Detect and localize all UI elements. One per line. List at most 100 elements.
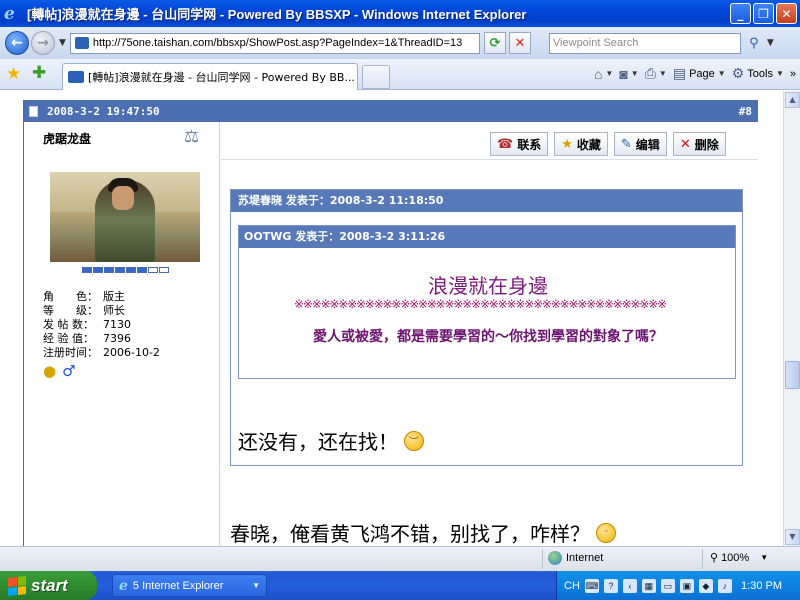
forward-button[interactable]: → [31,31,55,55]
document-icon [29,105,38,117]
favorites-star-icon[interactable]: ★ [6,64,21,84]
author-info: 角 色： 版主 等 级： 师长 发 帖 数： 7130 经 验 值： 7396 注册时间… [43,290,160,360]
network-icon[interactable]: ▦ [641,578,656,593]
outer-quote-header: 苏堤春晓 发表于：2008-3-2 11:18:50 [231,190,742,212]
post-header: 2008-3-2 19:47:50 #8 [23,100,758,122]
author-badges: ● ♂ [43,362,76,380]
refresh-button[interactable]: ⟳ [483,32,506,54]
chevron-down-icon: ▼ [658,69,667,78]
rank-segment [148,267,158,273]
rank-segment [137,267,147,273]
monitor-icon[interactable]: ▭ [660,578,675,593]
rank-segment [104,267,114,273]
status-divider [542,549,543,569]
start-button[interactable]: start [0,571,97,600]
grin-emoji-icon: ᵕ [596,522,616,543]
scroll-thumb[interactable] [785,361,800,389]
minimize-button[interactable]: _ [730,3,751,24]
home-button[interactable]: ⌂ ▼ [594,66,613,82]
taskbar: start e 5 Internet Explorer ▼ CH ⌨ ? ‹ ▦… [0,571,800,600]
volume-icon[interactable]: ♪ [717,578,732,593]
delete-icon: ✕ [679,136,691,152]
address-url[interactable]: http://75one.taishan.com/bbsxp/ShowPost.… [93,37,479,49]
history-dropdown-icon[interactable]: ▼ [59,38,66,48]
keyboard-icon[interactable]: ⌨ [584,578,599,593]
search-icon[interactable]: ⚲ [745,33,763,54]
rss-icon: ◙ [619,65,628,82]
edit-button[interactable]: ✎ 编辑 [613,132,667,156]
scroll-down-icon[interactable]: ▼ [785,529,800,545]
close-button[interactable]: ✕ [776,3,797,24]
stop-button[interactable]: ✕ [508,32,531,54]
ie-logo-icon: e [4,3,15,24]
quote-line: 愛人或被愛，都是需要學習的～你找到學習的對象了嗎？ [313,329,663,345]
male-gender-icon: ♂ [62,362,76,380]
taskbar-item-ie[interactable]: e 5 Internet Explorer ▼ [112,574,267,597]
chevron-down-icon: ▼ [775,69,784,78]
decoration-line: ※※※※※※※※※※※※※※※※※※※※※※※※※※※※※※※※※※※※※※※※… [294,297,667,309]
windows-logo-icon [8,575,26,596]
info-row-experience: 经 验 值： 7396 [43,332,131,345]
inner-quote-header: OOTWG 发表于：2008-3-2 3:11:26 [239,226,735,248]
restore-button[interactable]: ❐ [753,3,774,24]
navigation-bar: ← → ▼ http://75one.taishan.com/bbsxp/Sho… [0,27,800,59]
chevron-down-icon: ▼ [717,69,726,78]
display-icon[interactable]: ▣ [679,578,694,593]
info-row-posts: 发 帖 数： 7130 [43,318,131,331]
favorite-button[interactable]: ★ 收藏 [554,132,608,156]
tab-current[interactable]: [轉帖]浪漫就在身邊 - 台山同学网 - Powered By BB... [62,63,358,90]
zoom-control[interactable]: ⚲ 100% ▼ [710,551,769,565]
chevron-down-icon: ▼ [630,69,639,78]
globe-icon [548,551,562,565]
tools-menu-label: Tools [747,67,773,80]
help-icon[interactable]: ? [603,578,618,593]
tab-label: [轉帖]浪漫就在身邊 - 台山同学网 - Powered By BB... [88,71,355,84]
vertical-scrollbar[interactable]: ▲ ▼ [783,91,800,546]
chevron-down-icon: ▼ [605,69,614,78]
page-menu-label: Page [689,67,715,80]
contact-icon: ☎ [497,136,514,152]
rank-segment [93,267,103,273]
gear-icon: ⚙ [731,65,745,81]
scroll-up-icon[interactable]: ▲ [785,92,800,108]
tools-menu[interactable]: ⚙ Tools ▼ [732,65,784,82]
page-menu[interactable]: ▤ Page ▼ [673,65,726,82]
divider [221,159,758,160]
rank-bar [82,267,169,273]
window-title: [轉帖]浪漫就在身邊 - 台山同学网 - Powered By BBSXP - … [27,7,527,22]
tab-row: ★ ✚ [轉帖]浪漫就在身邊 - 台山同学网 - Powered By BB..… [0,59,800,90]
search-input[interactable]: Viewpoint Search [548,32,741,54]
chevron-down-icon: ▼ [760,553,769,562]
rank-segment [82,267,92,273]
post-floor-link[interactable]: #8 [739,105,752,118]
print-button[interactable]: ⎙ ▼ [645,65,667,82]
outer-quote-reply: 还没有，还在找！ ︶ [238,426,424,455]
info-row-registered: 注册时间： 2006-10-2 [43,346,160,359]
inner-quote: OOTWG 发表于：2008-3-2 3:11:26 浪漫就在身邊 ※※※※※※… [238,225,736,379]
feeds-button[interactable]: ◙ ▼ [619,66,638,82]
author-name[interactable]: 虎踞龙盘 [43,130,91,147]
window-controls: _ ❐ ✕ [730,3,797,24]
add-favorite-icon[interactable]: ✚ [32,63,46,83]
back-button[interactable]: ← [5,31,29,55]
search-options-dropdown-icon[interactable]: ▼ [767,38,774,48]
printer-icon: ⎙ [644,65,656,81]
coins-icon[interactable]: ● [43,362,56,380]
chevron-down-icon: ▼ [252,581,260,590]
post-actions: ☎ 联系 ★ 收藏 ✎ 编辑 ✕ 删除 [490,132,726,156]
contact-button[interactable]: ☎ 联系 [490,132,549,156]
site-favicon-icon [74,37,89,49]
toolbar-overflow-button[interactable]: » [790,68,796,80]
new-tab-button[interactable] [362,65,390,89]
title-bar: e [轉帖]浪漫就在身邊 - 台山同学网 - Powered By BBSXP … [0,0,800,27]
author-panel: 虎踞龙盘 ⚖ 角 色： 版主 等 级： 师长 发 帖 数： 7130 经 验 值： 73… [23,122,220,546]
security-zone[interactable]: Internet [548,551,603,565]
arrow-icon[interactable]: ‹ [622,578,637,593]
star-icon: ★ [561,136,573,152]
language-indicator[interactable]: CH [564,580,580,592]
delete-button[interactable]: ✕ 删除 [672,132,726,156]
rank-segment [126,267,136,273]
address-bar[interactable]: http://75one.taishan.com/bbsxp/ShowPost.… [69,32,480,54]
app-icon[interactable]: ◆ [698,578,713,593]
rank-segment [159,267,169,273]
